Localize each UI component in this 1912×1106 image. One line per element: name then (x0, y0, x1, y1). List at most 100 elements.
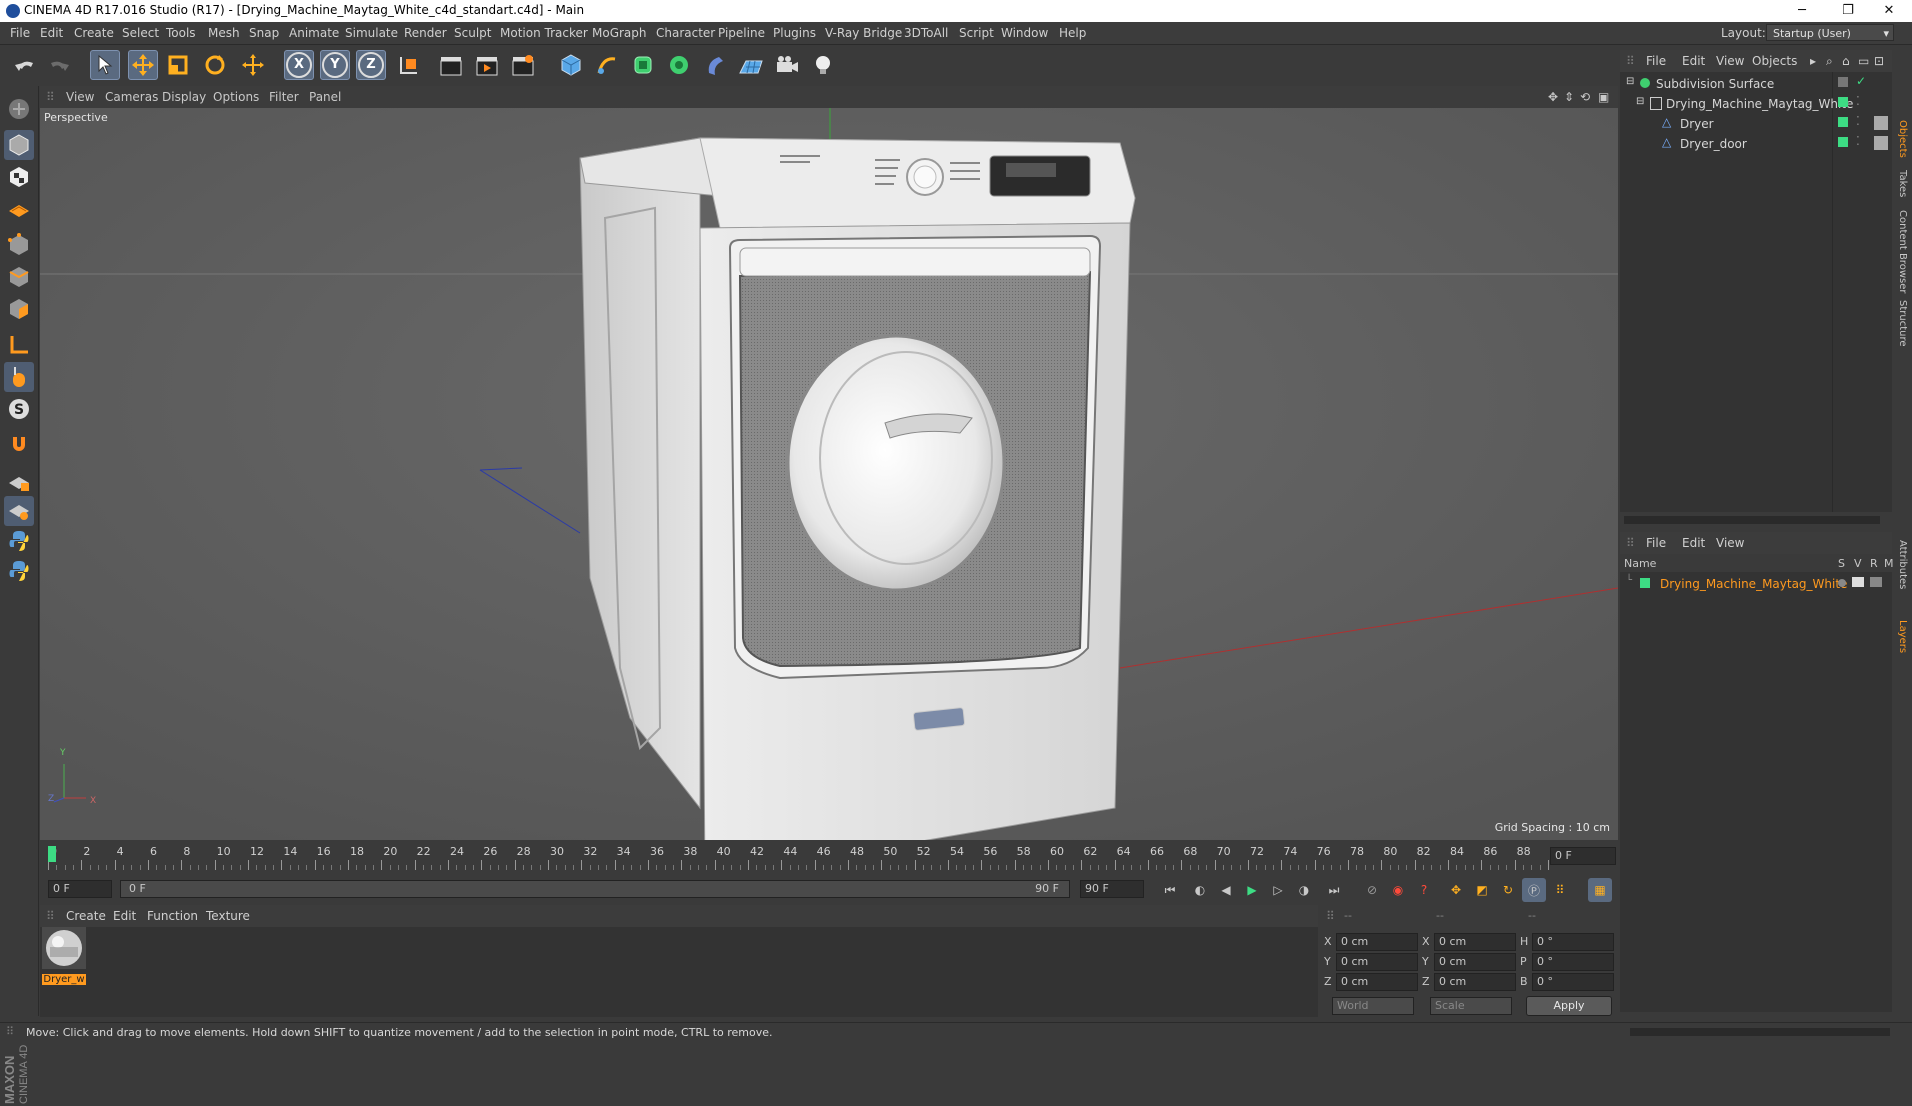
coordinate-system-button[interactable] (394, 50, 424, 80)
viewport-rotate-icon[interactable]: ⟲ (1580, 90, 1590, 104)
planar-workplane-button[interactable] (4, 496, 34, 526)
enabled-check-icon[interactable]: ✓ (1856, 74, 1866, 88)
menu-motion-tracker[interactable]: Motion Tracker (500, 26, 588, 40)
next-frame-button[interactable]: ▷ (1266, 878, 1290, 902)
material-menu-create[interactable]: Create (66, 909, 106, 923)
viewport-menu-panel[interactable]: Panel (309, 90, 341, 104)
undo-button[interactable] (10, 50, 40, 80)
object-horizontal-scrollbar[interactable] (1624, 516, 1880, 524)
viewport-maximize-icon[interactable]: ▣ (1598, 90, 1609, 104)
object-row-dryer-door[interactable]: △ Dryer_door ⁚ (1620, 134, 1892, 154)
go-to-start-button[interactable]: ⏮ (1158, 878, 1182, 902)
status-scrollbar[interactable] (1630, 1028, 1890, 1036)
menu-snap[interactable]: Snap (249, 26, 279, 40)
timeline-playhead[interactable] (48, 846, 56, 862)
restore-button[interactable]: ❐ (1825, 0, 1871, 22)
camera-button[interactable] (772, 50, 802, 80)
snapping-button[interactable]: S (4, 394, 34, 424)
render-picture-viewer-button[interactable] (472, 50, 502, 80)
object-menu-edit[interactable]: Edit (1682, 54, 1705, 68)
menu-window[interactable]: Window (1001, 26, 1048, 40)
close-button[interactable]: ✕ (1866, 0, 1912, 22)
coord-rot-p-field[interactable]: 0 ° (1532, 953, 1614, 971)
coord-mode-scale-select[interactable]: Scale (1430, 997, 1512, 1015)
polygons-mode-button[interactable] (4, 294, 34, 324)
python-button-2[interactable] (4, 556, 34, 586)
recent-tools-button[interactable] (238, 50, 268, 80)
maximize-panel-icon[interactable]: ⊡ (1874, 54, 1884, 68)
menu-character[interactable]: Character (656, 26, 715, 40)
render-settings-button[interactable] (508, 50, 538, 80)
timeline-ruler[interactable]: 0246810121416182022242628303234363840424… (40, 842, 1618, 874)
cloner-button[interactable] (664, 50, 694, 80)
home-icon[interactable]: ⌂ (1842, 54, 1850, 68)
layer-menu-file[interactable]: File (1646, 536, 1666, 550)
material-menu-texture[interactable]: Texture (206, 909, 250, 923)
previous-key-button[interactable]: ◐ (1188, 878, 1212, 902)
object-row-dryer[interactable]: △ Dryer ⁚ (1620, 114, 1892, 134)
frame-range-slider[interactable]: 0 F 90 F (120, 880, 1070, 898)
coord-pos-x-field[interactable]: 0 cm (1336, 933, 1418, 951)
current-frame-field[interactable]: 0 F (1550, 847, 1616, 865)
menu-create[interactable]: Create (74, 26, 114, 40)
menu-tools[interactable]: Tools (166, 26, 196, 40)
side-tab-attributes[interactable]: Attributes (1897, 540, 1908, 589)
x-axis-lock-button[interactable]: X (284, 50, 314, 80)
side-tab-structure[interactable]: Structure (1897, 300, 1908, 347)
texture-tag-icon[interactable] (1874, 136, 1888, 150)
keyframe-selection-button[interactable]: ? (1412, 878, 1436, 902)
layer-row[interactable]: └ Drying_Machine_Maytag_White (1620, 574, 1892, 594)
menu-mograph[interactable]: MoGraph (592, 26, 647, 40)
layer-color-swatch[interactable] (1838, 117, 1848, 127)
menu-help[interactable]: Help (1059, 26, 1086, 40)
coord-rot-b-field[interactable]: 0 ° (1532, 973, 1614, 991)
menu-animate[interactable]: Animate (289, 26, 339, 40)
deformer-button[interactable] (700, 50, 730, 80)
menu-sculpt[interactable]: Sculpt (454, 26, 491, 40)
texture-mode-button[interactable] (4, 162, 34, 192)
layout-select[interactable]: Startup (User) ▾ (1766, 24, 1894, 41)
side-tab-content-browser[interactable]: Content Browser (1897, 210, 1908, 293)
workplane-mode-button[interactable] (4, 194, 34, 224)
layer-color-swatch[interactable] (1640, 578, 1650, 588)
autokey-button[interactable]: ◉ (1386, 878, 1410, 902)
object-menu-file[interactable]: File (1646, 54, 1666, 68)
search-icon[interactable]: ⌕ (1826, 54, 1833, 69)
move-tool-button[interactable] (128, 50, 158, 80)
viewport-zoom-icon[interactable]: ⇕ (1564, 90, 1574, 104)
edit-toggle-icon[interactable] (1838, 77, 1848, 87)
solo-toggle-icon[interactable] (1838, 579, 1846, 587)
menu-plugins[interactable]: Plugins (773, 26, 816, 40)
menu-file[interactable]: File (10, 26, 30, 40)
coord-pos-y-field[interactable]: 0 cm (1336, 953, 1418, 971)
start-frame-field[interactable]: 0 F (48, 880, 112, 898)
menu-mesh[interactable]: Mesh (208, 26, 240, 40)
layer-menu-view[interactable]: View (1716, 536, 1744, 550)
record-keys-button[interactable]: ⊘ (1360, 878, 1384, 902)
viewport-menu-cameras[interactable]: Cameras (105, 90, 158, 104)
z-axis-lock-button[interactable]: Z (356, 50, 386, 80)
coord-rot-h-field[interactable]: 0 ° (1532, 933, 1614, 951)
coord-size-z-field[interactable]: 0 cm (1434, 973, 1516, 991)
menu-3dtoall[interactable]: 3DToAll (904, 26, 948, 40)
model-mode-button[interactable] (4, 130, 34, 160)
point-level-key-button[interactable]: ⠿ (1548, 878, 1572, 902)
render-view-button[interactable] (436, 50, 466, 80)
cube-primitive-button[interactable] (556, 50, 586, 80)
coord-mode-world-select[interactable]: World (1332, 997, 1414, 1015)
coord-size-y-field[interactable]: 0 cm (1434, 953, 1516, 971)
side-tab-objects[interactable]: Objects (1897, 120, 1908, 158)
make-editable-button[interactable] (4, 94, 34, 124)
locked-workplane-button[interactable] (4, 466, 34, 496)
edges-mode-button[interactable] (4, 262, 34, 292)
rotation-key-button[interactable]: ↻ (1496, 878, 1520, 902)
previous-frame-button[interactable]: ◀ (1214, 878, 1238, 902)
python-button-1[interactable] (4, 526, 34, 556)
menu-vray-bridge[interactable]: V-Ray Bridge (825, 26, 902, 40)
enable-snap-button[interactable] (4, 430, 34, 460)
play-button[interactable]: ▶ (1240, 878, 1264, 902)
end-frame-field[interactable]: 90 F (1080, 880, 1144, 898)
texture-tag-icon[interactable] (1874, 116, 1888, 130)
object-row-subdivision-surface[interactable]: ⊟ Subdivision Surface ✓ (1620, 74, 1892, 94)
object-menu-objects[interactable]: Objects (1752, 54, 1797, 68)
